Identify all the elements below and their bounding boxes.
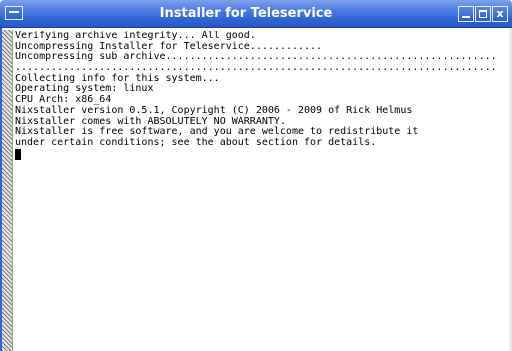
terminal-output[interactable]: Verifying archive integrity... All good.… [15, 31, 512, 351]
terminal-line: Nixstaller version 0.5.1, Copyright (C) … [15, 104, 413, 116]
terminal-cursor [15, 148, 21, 160]
menu-bar-glyph [9, 11, 19, 13]
installer-window: Installer for Teleservice x Verifying ar… [0, 0, 512, 351]
close-glyph: x [496, 7, 504, 20]
maximize-glyph [479, 10, 487, 18]
minimize-icon[interactable] [458, 6, 474, 22]
terminal-cursor-line [15, 148, 512, 160]
window-right-shadow [508, 28, 512, 351]
title-bar[interactable]: Installer for Teleservice x [0, 0, 512, 28]
terminal-scrollbar[interactable] [2, 30, 13, 351]
window-menu-icon[interactable] [5, 6, 23, 20]
maximize-icon[interactable] [475, 6, 491, 22]
window-controls: x [458, 6, 508, 22]
terminal-line: under certain conditions; see the about … [15, 136, 377, 148]
close-icon[interactable]: x [492, 6, 508, 22]
window-title: Installer for Teleservice [159, 6, 333, 21]
minimize-glyph [462, 16, 470, 18]
